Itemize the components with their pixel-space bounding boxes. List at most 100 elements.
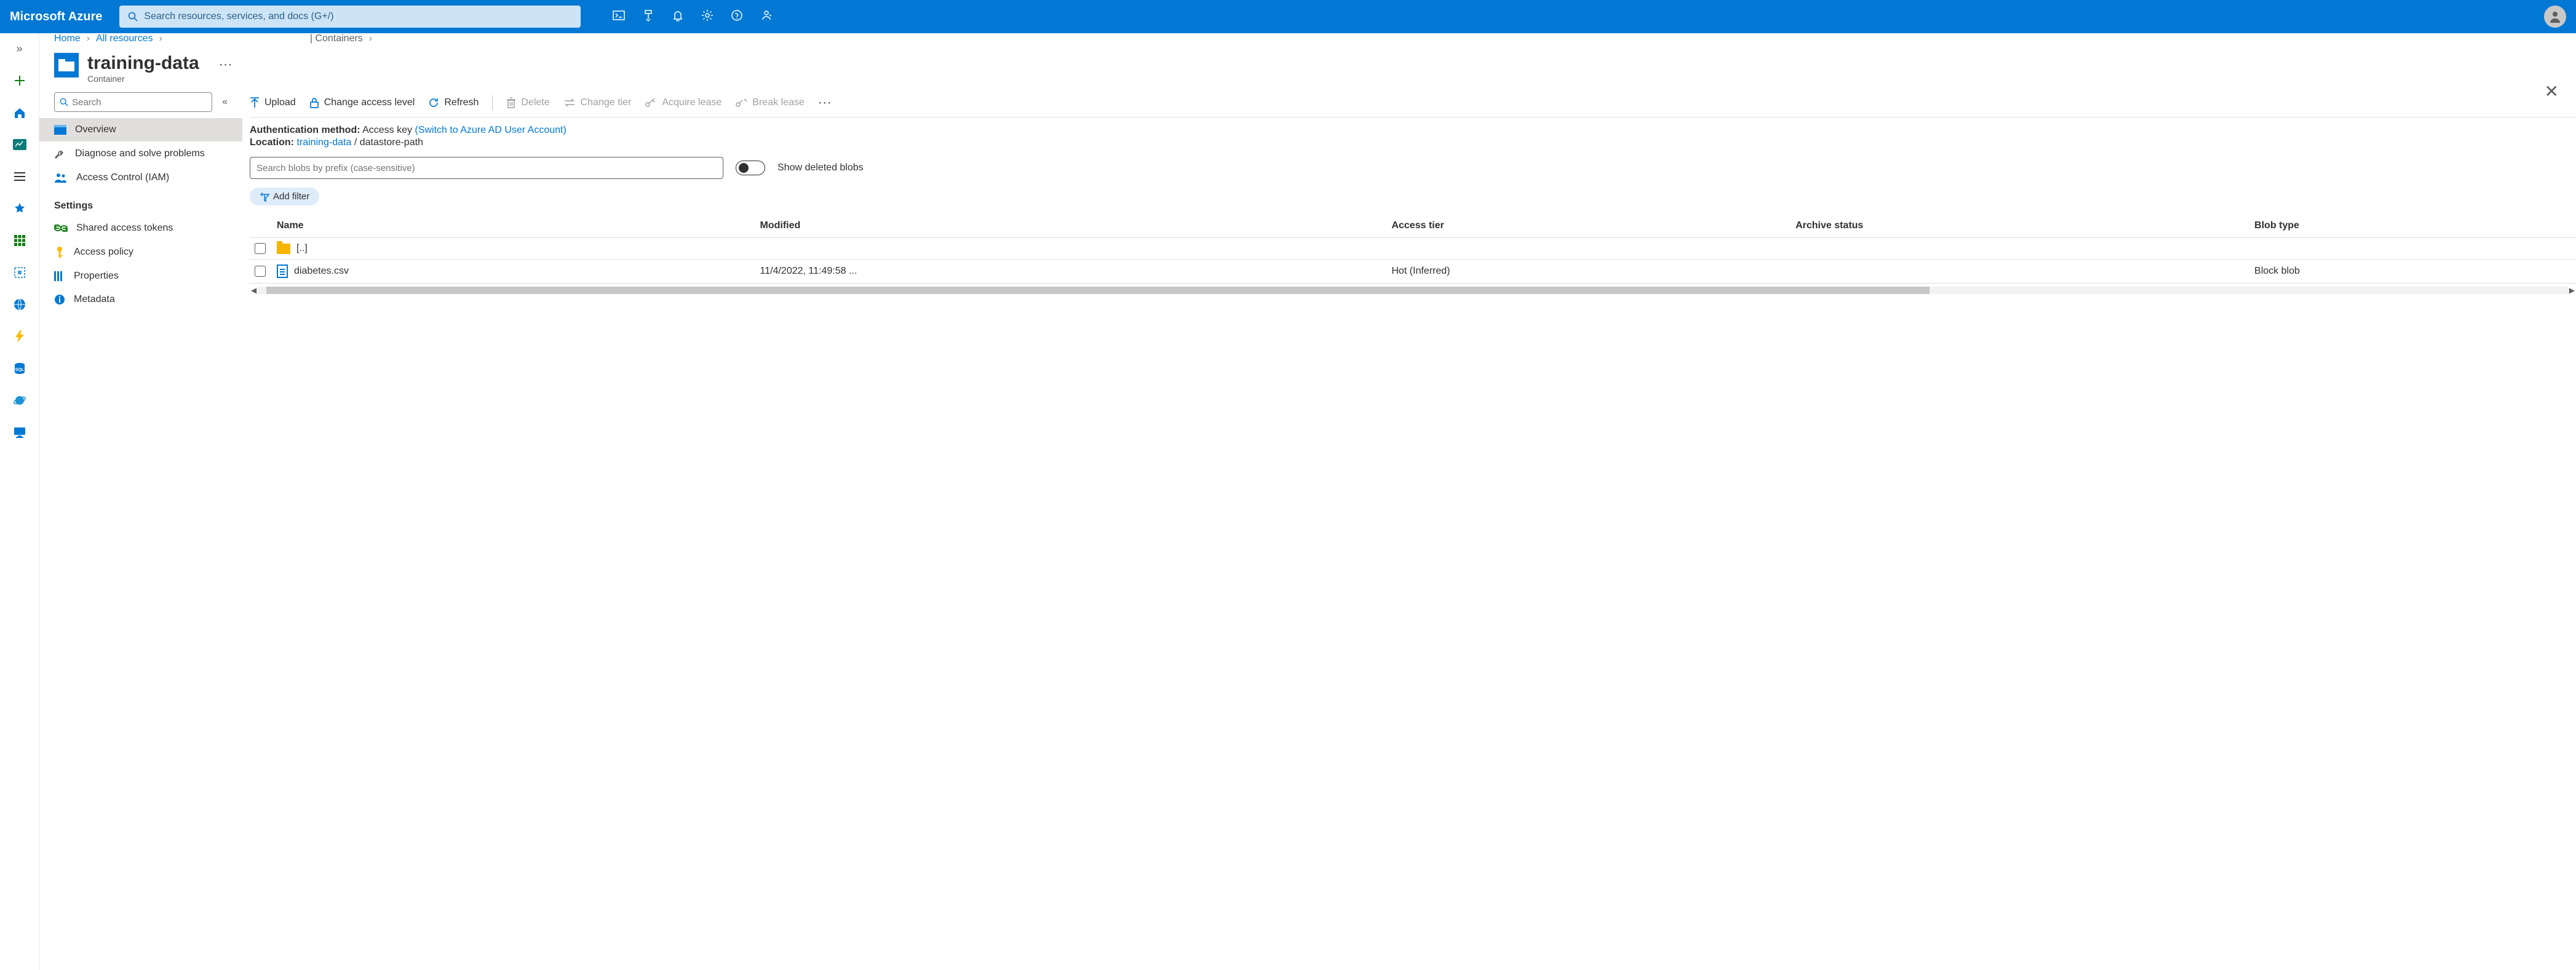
cal-label: Change access level	[324, 97, 415, 108]
col-archive-status[interactable]: Archive status	[1791, 214, 2249, 238]
left-rail: » SQL	[0, 33, 39, 970]
blob-name[interactable]: [..]	[296, 243, 308, 254]
toolbar-more-icon[interactable]: ⋯	[818, 95, 833, 111]
blob-type	[2249, 238, 2576, 260]
filter-icon[interactable]	[642, 9, 654, 25]
acquire-lease-button: Acquire lease	[645, 97, 722, 108]
menu-metadata[interactable]: Metadata	[39, 288, 242, 311]
trash-icon	[506, 97, 516, 108]
home-icon[interactable]	[12, 105, 28, 121]
lease-break-icon	[735, 98, 747, 108]
notifications-icon[interactable]	[672, 9, 684, 25]
cloud-shell-icon[interactable]	[613, 9, 625, 25]
virtual-machines-icon[interactable]	[12, 424, 28, 440]
menu-sas-label: Shared access tokens	[76, 223, 173, 234]
menu-sas[interactable]: Shared access tokens	[39, 217, 242, 240]
all-resources-icon[interactable]	[12, 233, 28, 248]
menu-properties[interactable]: Properties	[39, 264, 242, 288]
location-label: Location:	[250, 137, 294, 148]
menu-iam-label: Access Control (IAM)	[76, 172, 169, 183]
menu-search-input[interactable]	[68, 97, 207, 108]
help-icon[interactable]	[731, 9, 743, 25]
blob-prefix-search[interactable]	[250, 157, 723, 179]
feedback-icon[interactable]	[760, 9, 773, 25]
key-icon	[54, 246, 65, 258]
people-icon	[54, 172, 68, 183]
add-filter-button[interactable]: Add filter	[250, 188, 319, 205]
delete-button: Delete	[506, 97, 549, 108]
all-services-icon[interactable]	[12, 169, 28, 185]
show-deleted-label: Show deleted blobs	[777, 162, 864, 173]
more-actions-icon[interactable]: ⋯	[219, 57, 233, 73]
col-modified[interactable]: Modified	[755, 214, 1387, 238]
upload-label: Upload	[264, 97, 296, 108]
scroll-left-arrow[interactable]: ◀	[250, 286, 258, 295]
create-resource-icon[interactable]	[12, 73, 28, 89]
horizontal-scrollbar[interactable]: ◀ ▶	[250, 286, 2576, 295]
lease-acquire-icon	[645, 98, 657, 108]
blob-prefix-input[interactable]	[256, 163, 717, 173]
global-search-input[interactable]	[138, 11, 572, 22]
breadcrumb: Home › All resources › | Containers ›	[39, 33, 2576, 48]
filter-add-icon	[260, 192, 269, 202]
row-checkbox[interactable]	[255, 243, 266, 254]
menu-iam[interactable]: Access Control (IAM)	[39, 166, 242, 189]
upload-icon	[250, 97, 260, 108]
acquire-label: Acquire lease	[662, 97, 722, 108]
table-row[interactable]: [..]	[250, 238, 2576, 260]
show-deleted-toggle[interactable]	[736, 161, 765, 175]
command-bar: Upload Change access level Refresh Delet…	[250, 92, 2576, 117]
menu-properties-label: Properties	[74, 271, 119, 282]
account-avatar[interactable]	[2544, 6, 2566, 28]
page-title: training-data	[87, 53, 199, 74]
wrench-icon	[54, 148, 66, 160]
upload-button[interactable]: Upload	[250, 97, 296, 108]
auth-method-value: Access key	[362, 125, 412, 135]
app-services-icon[interactable]	[12, 296, 28, 312]
menu-policy-label: Access policy	[74, 247, 133, 258]
refresh-button[interactable]: Refresh	[428, 97, 479, 108]
menu-search[interactable]	[54, 92, 212, 112]
breadcrumb-home[interactable]: Home	[54, 33, 81, 44]
function-app-icon[interactable]	[12, 328, 28, 344]
menu-diagnose-label: Diagnose and solve problems	[75, 148, 205, 159]
col-access-tier[interactable]: Access tier	[1386, 214, 1791, 238]
col-blob-type[interactable]: Blob type	[2249, 214, 2576, 238]
global-search[interactable]	[119, 6, 581, 28]
breadcrumb-all-resources[interactable]: All resources	[96, 33, 153, 44]
swap-icon	[563, 98, 576, 108]
blob-tier: Hot (Inferred)	[1386, 260, 1791, 284]
row-checkbox[interactable]	[255, 266, 266, 277]
resource-groups-icon[interactable]	[12, 264, 28, 280]
menu-section-settings: Settings	[39, 189, 242, 217]
switch-auth-link[interactable]: (Switch to Azure AD User Account)	[415, 125, 566, 135]
close-blade-icon[interactable]: ✕	[2545, 81, 2559, 101]
location-container-link[interactable]: training-data	[296, 137, 351, 148]
scroll-right-arrow[interactable]: ▶	[2568, 286, 2576, 295]
menu-overview[interactable]: Overview	[39, 118, 242, 141]
table-row[interactable]: diabetes.csv 11/4/2022, 11:49:58 ...Hot (…	[250, 260, 2576, 284]
blob-modified: 11/4/2022, 11:49:58 ...	[755, 260, 1387, 284]
link-icon	[54, 225, 68, 232]
change-access-level-button[interactable]: Change access level	[309, 97, 415, 108]
location-path: datastore-path	[360, 137, 423, 148]
blob-name[interactable]: diabetes.csv	[294, 266, 349, 277]
blob-type: Block blob	[2249, 260, 2576, 284]
favorites-icon[interactable]	[12, 201, 28, 217]
col-name[interactable]: Name	[272, 214, 755, 238]
svg-text:SQL: SQL	[15, 368, 24, 372]
refresh-icon	[428, 97, 439, 108]
cosmos-db-icon[interactable]	[12, 392, 28, 408]
sql-database-icon[interactable]: SQL	[12, 360, 28, 376]
settings-icon[interactable]	[701, 9, 714, 25]
brand-logo[interactable]: Microsoft Azure	[10, 10, 102, 24]
menu-policy[interactable]: Access policy	[39, 240, 242, 264]
dashboard-icon[interactable]	[12, 137, 28, 153]
breadcrumb-containers[interactable]: | Containers	[310, 33, 363, 44]
delete-label: Delete	[521, 97, 549, 108]
rail-expand-icon[interactable]: »	[12, 41, 28, 57]
blob-archive	[1791, 238, 2249, 260]
menu-diagnose[interactable]: Diagnose and solve problems	[39, 141, 242, 166]
break-lease-button: Break lease	[735, 97, 805, 108]
collapse-menu-icon[interactable]: «	[222, 97, 228, 108]
